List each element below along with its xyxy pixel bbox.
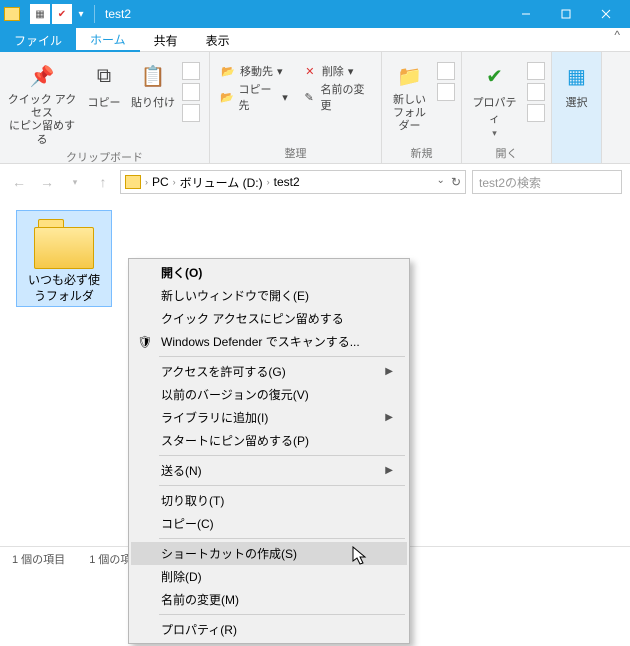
chevron-right-icon[interactable]: › [173, 177, 176, 187]
copy-to-icon: 📂 [220, 89, 234, 105]
chevron-right-icon[interactable]: › [267, 177, 270, 187]
chevron-right-icon[interactable]: › [145, 177, 148, 187]
delete-button[interactable]: ✕削除 ▾ [298, 60, 375, 82]
breadcrumb-folder[interactable]: test2 [274, 175, 300, 189]
shield-icon: 🛡 [137, 334, 153, 350]
search-input[interactable]: test2の検索 [472, 170, 622, 194]
pin-quick-access-button[interactable]: 📌 クイック アクセス にピン留めする [6, 56, 78, 147]
new-folder-button[interactable]: 📁 新しい フォルダー [388, 56, 431, 134]
clipboard-extras [182, 56, 200, 122]
properties-icon: ✔ [479, 60, 511, 92]
copy-to-button[interactable]: 📂コピー先 ▾ [216, 86, 292, 108]
group-new: 📁 新しい フォルダー 新規 [382, 52, 462, 163]
menu-open-new-window[interactable]: 新しいウィンドウで開く(E) [131, 284, 407, 307]
address-folder-icon [125, 175, 141, 189]
menu-add-library[interactable]: ライブラリに追加(I)▶ [131, 406, 407, 429]
paste-shortcut-icon[interactable] [182, 104, 200, 122]
delete-icon: ✕ [302, 63, 318, 79]
group-organize: 📂移動先 ▾ 📂コピー先 ▾ ✕削除 ▾ ✎名前の変更 整理 [210, 52, 382, 163]
ribbon: 📌 クイック アクセス にピン留めする ⧉ コピー 📋 貼り付け クリップボード… [0, 52, 630, 164]
group-clipboard: 📌 クイック アクセス にピン留めする ⧉ コピー 📋 貼り付け クリップボード [0, 52, 210, 163]
ribbon-collapse-icon[interactable]: ^ [604, 28, 630, 51]
app-folder-icon [4, 7, 20, 21]
pin-icon: 📌 [26, 60, 58, 92]
new-folder-icon: 📁 [394, 60, 426, 92]
folder-icon [34, 219, 94, 269]
forward-button[interactable]: → [36, 171, 58, 193]
address-dropdown-icon[interactable]: ⌄ [437, 175, 445, 189]
address-bar[interactable]: › PC › ボリューム (D:) › test2 ⌄ ↻ [120, 170, 466, 194]
open-icon[interactable] [527, 62, 545, 80]
menu-rename[interactable]: 名前の変更(M) [131, 588, 407, 611]
back-button[interactable]: ← [8, 171, 30, 193]
tab-share[interactable]: 共有 [140, 28, 192, 52]
new-item-icon[interactable] [437, 62, 455, 80]
folder-name: いつも必ず使うフォルダ [27, 273, 101, 304]
menu-properties[interactable]: プロパティ(R) [131, 618, 407, 641]
chevron-right-icon: ▶ [385, 366, 393, 377]
chevron-right-icon: ▶ [385, 412, 393, 423]
menu-create-shortcut[interactable]: ショートカットの作成(S) [131, 542, 407, 565]
address-row: ← → ▾ ↑ › PC › ボリューム (D:) › test2 ⌄ ↻ te… [0, 164, 630, 200]
refresh-icon[interactable]: ↻ [451, 175, 461, 189]
move-icon: 📂 [220, 63, 236, 79]
easy-access-icon[interactable] [437, 83, 455, 101]
menu-pin-quick-access[interactable]: クイック アクセスにピン留めする [131, 307, 407, 330]
select-icon: ▦ [561, 60, 593, 92]
paste-icon: 📋 [137, 60, 169, 92]
ribbon-tabs: ファイル ホーム 共有 表示 ^ [0, 28, 630, 52]
menu-defender-scan[interactable]: 🛡Windows Defender でスキャンする... [131, 330, 407, 353]
copy-icon: ⧉ [88, 60, 120, 92]
breadcrumb-volume[interactable]: ボリューム (D:) [180, 174, 263, 191]
window-title: test2 [105, 7, 131, 21]
menu-pin-start[interactable]: スタートにピン留めする(P) [131, 429, 407, 452]
group-select: ▦ 選択 [552, 52, 602, 163]
menu-open[interactable]: 開く(O) [131, 261, 407, 284]
maximize-button[interactable] [546, 0, 586, 28]
up-button[interactable]: ↑ [92, 171, 114, 193]
tab-view[interactable]: 表示 [192, 28, 244, 52]
close-button[interactable] [586, 0, 626, 28]
edit-icon[interactable] [527, 83, 545, 101]
status-count: 1 個の項目 [12, 551, 65, 567]
paste-button[interactable]: 📋 貼り付け [130, 56, 176, 110]
menu-send-to[interactable]: 送る(N)▶ [131, 459, 407, 482]
menu-copy[interactable]: コピー(C) [131, 512, 407, 535]
tab-file[interactable]: ファイル [0, 28, 76, 52]
menu-cut[interactable]: 切り取り(T) [131, 489, 407, 512]
qat-properties-icon[interactable]: ▦ [30, 4, 50, 24]
menu-previous-versions[interactable]: 以前のバージョンの復元(V) [131, 383, 407, 406]
folder-item[interactable]: いつも必ず使うフォルダ [16, 210, 112, 307]
properties-button[interactable]: ✔ プロパティ ▾ [468, 56, 521, 139]
tab-home[interactable]: ホーム [76, 28, 140, 52]
title-bar: ▦ ✔ ▾ test2 [0, 0, 630, 28]
move-to-button[interactable]: 📂移動先 ▾ [216, 60, 292, 82]
menu-grant-access[interactable]: アクセスを許可する(G)▶ [131, 360, 407, 383]
qat-dropdown-icon[interactable]: ▾ [74, 4, 88, 24]
context-menu: 開く(O) 新しいウィンドウで開く(E) クイック アクセスにピン留めする 🛡W… [128, 258, 410, 644]
qat-new-folder-icon[interactable]: ✔ [52, 4, 72, 24]
history-icon[interactable] [527, 104, 545, 122]
quick-access-toolbar: ▦ ✔ ▾ [30, 4, 88, 24]
copy-button[interactable]: ⧉ コピー [84, 56, 124, 110]
copy-path-icon[interactable] [182, 83, 200, 101]
chevron-right-icon: ▶ [385, 465, 393, 476]
select-button[interactable]: ▦ 選択 [558, 56, 595, 110]
breadcrumb-pc[interactable]: PC [152, 175, 169, 189]
rename-icon: ✎ [302, 89, 317, 105]
recent-dropdown[interactable]: ▾ [64, 171, 86, 193]
menu-delete[interactable]: 削除(D) [131, 565, 407, 588]
rename-button[interactable]: ✎名前の変更 [298, 86, 375, 108]
cut-icon[interactable] [182, 62, 200, 80]
group-open: ✔ プロパティ ▾ 開く [462, 52, 552, 163]
minimize-button[interactable] [506, 0, 546, 28]
